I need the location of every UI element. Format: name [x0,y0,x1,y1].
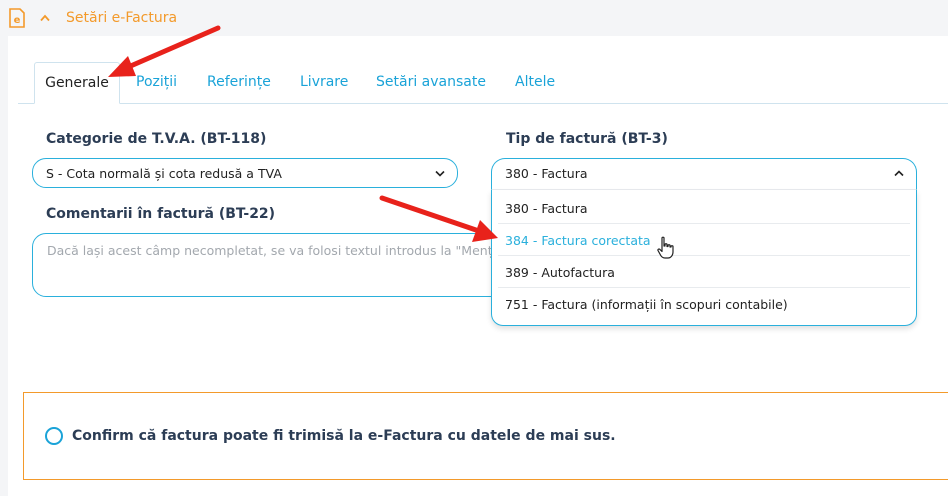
invoice-type-value: 380 - Factura [505,166,588,181]
tab-livrare[interactable]: Livrare [300,74,348,90]
comments-placeholder: Dacă lași acest câmp necompletat, se va … [47,243,493,258]
tab-generale[interactable]: Generale [34,62,120,104]
vat-category-select[interactable]: S - Cota normală și cota redusă a TVA [32,158,458,188]
chevron-up-icon[interactable] [40,14,50,22]
option-label: 380 - Factura [505,201,588,216]
option-380[interactable]: 380 - Factura [498,192,910,224]
tab-referinte[interactable]: Referințe [207,74,271,90]
vat-category-label: Categorie de T.V.A. (BT-118) [46,131,267,147]
confirm-label[interactable]: Confirm că factura poate fi trimisă la e… [72,428,616,444]
option-384[interactable]: 384 - Factura corectata [498,224,910,256]
option-751[interactable]: 751 - Factura (informații în scopuri con… [498,288,910,319]
efactura-document-icon: e [9,8,25,28]
section-header[interactable]: e Setări e-Factura [0,0,948,36]
section-title: Setări e-Factura [66,10,178,26]
hand-cursor-icon [657,236,674,259]
tab-setari-avansate[interactable]: Setări avansate [376,74,486,90]
tabs-divider [18,103,948,104]
svg-text:e: e [14,15,21,26]
option-label: 389 - Autofactura [505,265,615,280]
chevron-up-icon [894,170,904,177]
confirm-radio[interactable] [45,427,63,445]
option-label: 751 - Factura (informații în scopuri con… [505,297,788,312]
option-389[interactable]: 389 - Autofactura [498,256,910,288]
invoice-type-label: Tip de factură (BT-3) [506,131,668,147]
chevron-down-icon [435,170,445,177]
tab-altele[interactable]: Altele [515,74,555,90]
invoice-type-dropdown: 380 - Factura 384 - Factura corectata 38… [491,190,917,326]
option-label: 384 - Factura corectata [505,233,651,248]
confirm-box: Confirm că factura poate fi trimisă la e… [23,392,948,480]
invoice-type-select[interactable]: 380 - Factura [491,158,917,190]
tab-pozitii[interactable]: Poziții [136,74,177,90]
vat-category-value: S - Cota normală și cota redusă a TVA [46,166,282,181]
tab-label: Generale [45,75,109,91]
comments-label: Comentarii în factură (BT-22) [46,206,276,222]
